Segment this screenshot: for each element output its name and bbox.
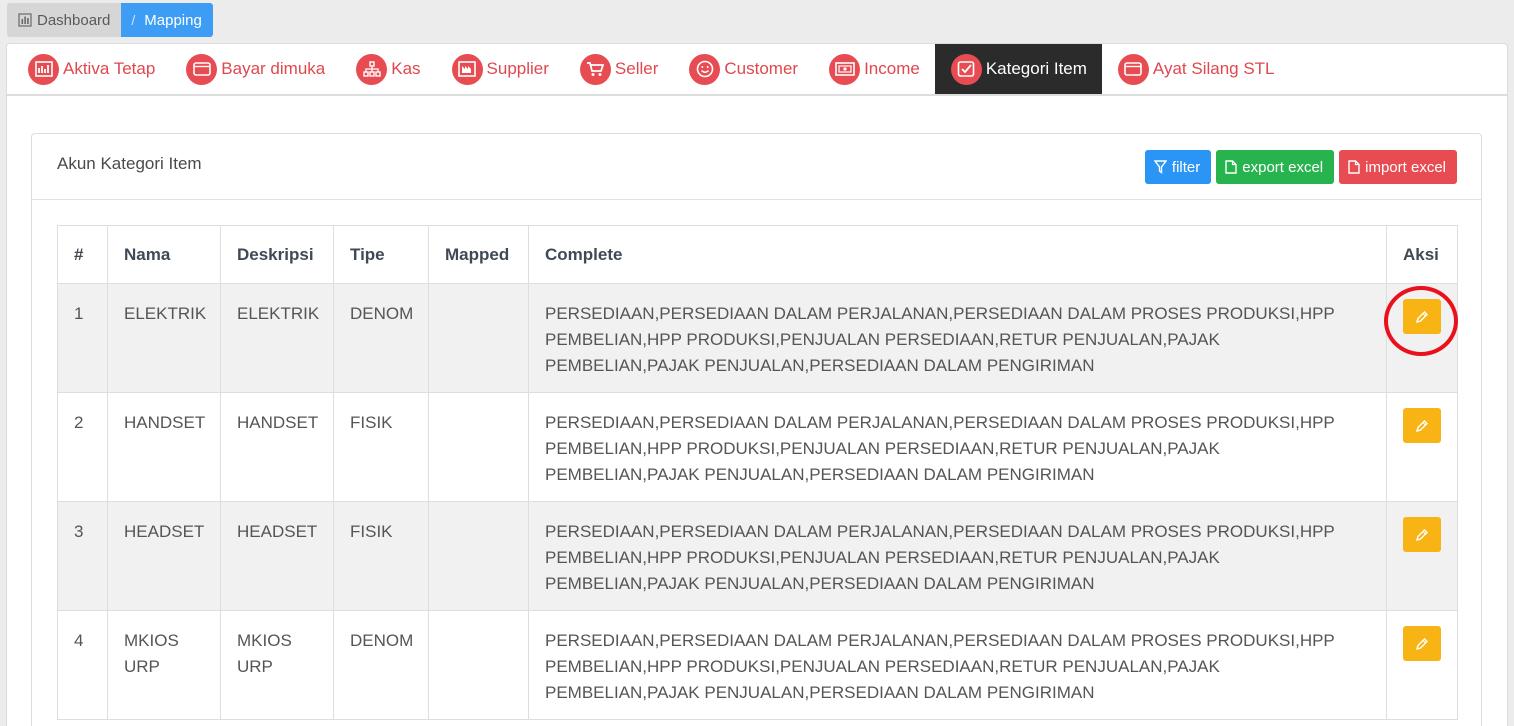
- cell-no: 1: [57, 283, 108, 393]
- tab-aktiva-tetap[interactable]: Aktiva Tetap: [12, 44, 170, 94]
- cell-deskripsi: HANDSET: [220, 392, 334, 502]
- tab-label: Aktiva Tetap: [63, 59, 156, 78]
- cell-nama: ELEKTRIK: [107, 283, 221, 393]
- kategori-item-table: # Nama Deskripsi Tipe Mapped Complete Ak…: [57, 225, 1458, 720]
- panel-actions: filter export excel import excel: [1144, 150, 1457, 184]
- cell-deskripsi: ELEKTRIK: [220, 283, 334, 393]
- chart-icon: [28, 53, 59, 85]
- col-header-nama: Nama: [107, 225, 221, 284]
- checkbox-icon: [950, 53, 982, 85]
- cell-no: 2: [57, 392, 108, 502]
- cell-aksi: [1386, 501, 1458, 611]
- cell-complete: PERSEDIAAN,PERSEDIAAN DALAM PERJALANAN,P…: [528, 283, 1387, 393]
- factory-icon: [451, 53, 483, 85]
- breadcrumb-current-label: Mapping: [144, 11, 202, 29]
- import-label: import excel: [1365, 158, 1446, 176]
- table-row: 4 MKIOS URP MKIOS URP DENOM PERSEDIAAN,P…: [57, 610, 1458, 720]
- table-row: 3 HEADSET HEADSET FISIK PERSEDIAAN,PERSE…: [57, 501, 1458, 611]
- tab-ayat-silang-stl[interactable]: Ayat Silang STL: [1102, 44, 1290, 94]
- cell-tipe: DENOM: [333, 283, 429, 393]
- tab-label: Bayar dimuka: [221, 59, 326, 78]
- pencil-icon: [1415, 528, 1428, 541]
- tab-supplier[interactable]: Supplier: [436, 44, 564, 94]
- cell-tipe: FISIK: [333, 392, 429, 502]
- pencil-icon: [1415, 419, 1428, 432]
- cell-aksi: [1386, 610, 1458, 720]
- kategori-item-panel: Akun Kategori Item filter export excel i…: [31, 133, 1482, 726]
- cell-mapped: [428, 610, 529, 720]
- cell-no: 4: [57, 610, 108, 720]
- table-row: 2 HANDSET HANDSET FISIK PERSEDIAAN,PERSE…: [57, 392, 1458, 502]
- table-header-row: # Nama Deskripsi Tipe Mapped Complete Ak…: [57, 225, 1458, 284]
- tab-income[interactable]: Income: [813, 44, 935, 94]
- tab-kategori-item[interactable]: Kategori Item: [934, 44, 1102, 94]
- filter-button[interactable]: filter: [1144, 150, 1212, 184]
- wallet-icon: [186, 53, 218, 85]
- col-header-aksi: Aksi: [1386, 225, 1458, 284]
- col-header-tipe: Tipe: [333, 225, 429, 284]
- tab-label: Ayat Silang STL: [1152, 59, 1275, 78]
- col-header-deskripsi: Deskripsi: [220, 225, 334, 284]
- export-label: export excel: [1242, 158, 1324, 176]
- tab-kas[interactable]: Kas: [340, 44, 435, 94]
- breadcrumb-dashboard[interactable]: Dashboard: [7, 3, 122, 37]
- col-header-complete: Complete: [528, 225, 1387, 284]
- breadcrumb: Dashboard / Mapping: [7, 3, 213, 37]
- cell-complete: PERSEDIAAN,PERSEDIAAN DALAM PERJALANAN,P…: [528, 610, 1387, 720]
- export-excel-button[interactable]: export excel: [1216, 150, 1335, 184]
- panel-header: Akun Kategori Item filter export excel i…: [32, 134, 1481, 200]
- cell-mapped: [428, 501, 529, 611]
- import-excel-button[interactable]: import excel: [1339, 150, 1457, 184]
- cell-deskripsi: HEADSET: [220, 501, 334, 611]
- cell-mapped: [428, 283, 529, 393]
- tab-seller[interactable]: Seller: [564, 44, 673, 94]
- breadcrumb-home-label: Dashboard: [37, 11, 111, 29]
- cell-nama: MKIOS URP: [107, 610, 221, 720]
- col-header-no: #: [57, 225, 108, 284]
- sitemap-icon: [356, 53, 388, 85]
- tab-customer[interactable]: Customer: [673, 44, 813, 94]
- annotation-circle: [1384, 286, 1458, 356]
- smile-icon: [689, 53, 721, 85]
- tab-label: Income: [864, 59, 920, 78]
- tab-label: Kas: [391, 59, 421, 78]
- tab-label: Kategori Item: [985, 59, 1087, 78]
- pencil-icon: [1415, 637, 1428, 650]
- cell-aksi: [1386, 392, 1458, 502]
- cell-nama: HEADSET: [107, 501, 221, 611]
- cell-mapped: [428, 392, 529, 502]
- edit-button[interactable]: [1403, 626, 1441, 661]
- panel-title: Akun Kategori Item: [57, 154, 202, 173]
- cell-complete: PERSEDIAAN,PERSEDIAAN DALAM PERJALANAN,P…: [528, 501, 1387, 611]
- breadcrumb-mapping: / Mapping: [121, 3, 213, 37]
- bar-chart-icon: [18, 13, 32, 27]
- tab-bar: Aktiva Tetap Bayar dimuka Kas Supplier S…: [7, 44, 1507, 96]
- cart-icon: [579, 53, 611, 85]
- cell-tipe: DENOM: [333, 610, 429, 720]
- table-row: 1 ELEKTRIK ELEKTRIK DENOM PERSEDIAAN,PER…: [57, 283, 1458, 393]
- tab-label: Supplier: [486, 59, 549, 78]
- edit-button[interactable]: [1403, 408, 1441, 443]
- file-icon: [1348, 160, 1360, 174]
- file-icon: [1225, 160, 1237, 174]
- edit-button[interactable]: [1403, 517, 1441, 552]
- cell-complete: PERSEDIAAN,PERSEDIAAN DALAM PERJALANAN,P…: [528, 392, 1387, 502]
- tab-bayar-dimuka[interactable]: Bayar dimuka: [170, 44, 340, 94]
- cell-nama: HANDSET: [107, 392, 221, 502]
- cell-no: 3: [57, 501, 108, 611]
- cell-deskripsi: MKIOS URP: [220, 610, 334, 720]
- col-header-mapped: Mapped: [428, 225, 529, 284]
- tab-label: Customer: [724, 59, 799, 78]
- breadcrumb-separator: /: [131, 12, 136, 28]
- filter-label: filter: [1171, 158, 1201, 176]
- money-icon: [829, 53, 861, 85]
- tab-label: Seller: [614, 59, 659, 78]
- cell-tipe: FISIK: [333, 501, 429, 611]
- wallet-icon: [1117, 53, 1149, 85]
- filter-icon: [1153, 160, 1167, 174]
